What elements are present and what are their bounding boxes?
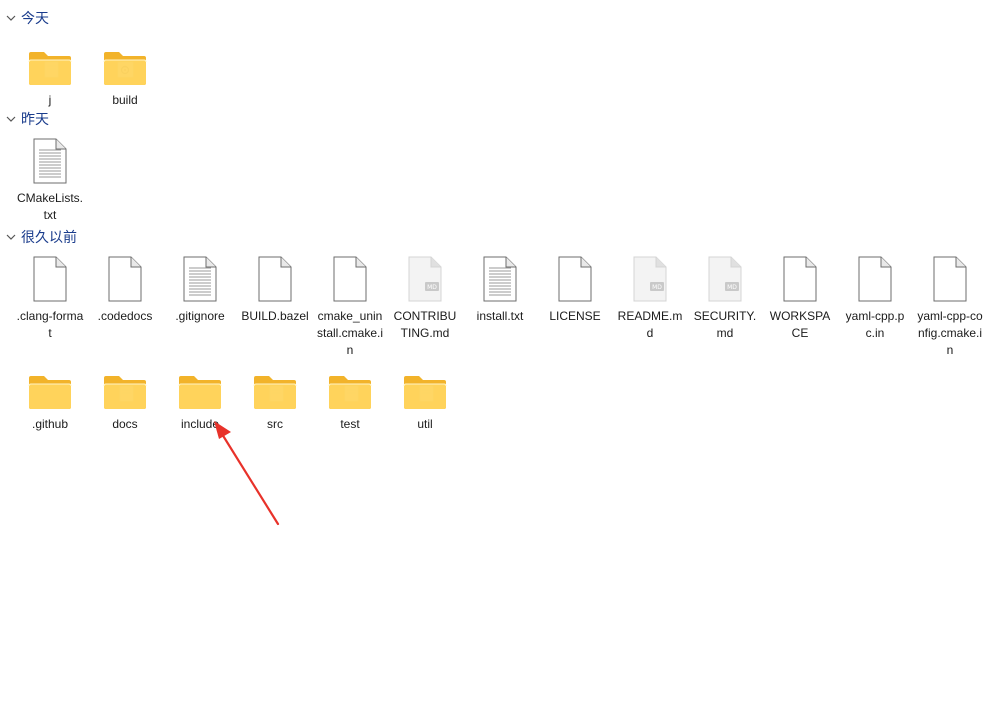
group-label: 很久以前 (21, 229, 77, 245)
blank-file-icon (839, 254, 911, 302)
item-name: .github (31, 417, 69, 431)
folder-icon (164, 362, 236, 410)
group-label: 昨天 (21, 111, 49, 127)
blank-file-icon (14, 254, 86, 302)
item-name: .codedocs (97, 309, 153, 323)
folder-with-documents-icon (239, 362, 311, 410)
svg-text:MD: MD (427, 284, 437, 291)
item-name: .clang-format (16, 309, 84, 340)
item-name: build (112, 93, 138, 107)
item-name: install.txt (476, 309, 524, 323)
folder-icon (14, 362, 86, 410)
folder-item[interactable]: build (89, 38, 161, 109)
folder-item[interactable]: test (314, 362, 386, 433)
blank-file-icon (89, 254, 161, 302)
file-item[interactable]: MD CONTRIBUTING.md (389, 254, 461, 342)
file-item[interactable]: install.txt (464, 254, 536, 325)
file-item[interactable]: MD SECURITY.md (689, 254, 761, 342)
group-header-2[interactable]: 很久以前 (4, 227, 77, 247)
file-item[interactable]: MD README.md (614, 254, 686, 342)
folder-with-settings-icon (89, 38, 161, 86)
item-name: test (340, 417, 360, 431)
chevron-down-icon[interactable] (4, 11, 18, 25)
blank-file-icon (764, 254, 836, 302)
item-name: include (180, 417, 220, 431)
chevron-down-icon[interactable] (4, 112, 18, 126)
folder-item[interactable]: j (14, 38, 86, 109)
item-name: SECURITY.md (693, 309, 757, 340)
item-name: CONTRIBUTING.md (393, 309, 457, 340)
text-file-icon (464, 254, 536, 302)
folder-item[interactable]: .github (14, 362, 86, 433)
group-header-1[interactable]: 昨天 (4, 109, 49, 129)
svg-text:MD: MD (652, 284, 662, 291)
group-label: 今天 (21, 10, 49, 26)
item-name: LICENSE (549, 309, 601, 323)
file-item[interactable]: yaml-cpp-config.cmake.in (914, 254, 986, 359)
blank-file-icon (314, 254, 386, 302)
markdown-file-icon: MD (614, 254, 686, 302)
folder-item[interactable]: include (164, 362, 236, 433)
blank-file-icon (239, 254, 311, 302)
item-name: CMakeLists.txt (16, 191, 84, 222)
blank-file-icon (914, 254, 986, 302)
folder-with-documents-icon (314, 362, 386, 410)
markdown-file-icon: MD (389, 254, 461, 302)
item-name: j (48, 93, 52, 107)
markdown-file-icon: MD (689, 254, 761, 302)
item-name: cmake_uninstall.cmake.in (316, 309, 384, 357)
file-item[interactable]: LICENSE (539, 254, 611, 325)
file-item[interactable]: yaml-cpp.pc.in (839, 254, 911, 342)
svg-text:MD: MD (727, 284, 737, 291)
text-file-icon (14, 136, 86, 184)
file-item[interactable]: .codedocs (89, 254, 161, 325)
chevron-down-icon[interactable] (4, 230, 18, 244)
blank-file-icon (539, 254, 611, 302)
folder-with-documents-icon (389, 362, 461, 410)
item-name: README.md (617, 309, 683, 340)
item-name: src (267, 417, 283, 431)
item-name: yaml-cpp-config.cmake.in (917, 309, 983, 357)
folder-with-documents-icon (14, 38, 86, 86)
item-name: docs (112, 417, 138, 431)
item-name: yaml-cpp.pc.in (845, 309, 905, 340)
text-file-icon (164, 254, 236, 302)
item-name: .gitignore (175, 309, 225, 323)
file-item[interactable]: .gitignore (164, 254, 236, 325)
folder-item[interactable]: util (389, 362, 461, 433)
item-name: util (417, 417, 433, 431)
folder-with-documents-icon (89, 362, 161, 410)
item-name: WORKSPACE (769, 309, 831, 340)
file-item[interactable]: cmake_uninstall.cmake.in (314, 254, 386, 359)
file-item[interactable]: CMakeLists.txt (14, 136, 86, 224)
item-name: BUILD.bazel (241, 309, 309, 323)
group-header-0[interactable]: 今天 (4, 8, 49, 28)
folder-item[interactable]: src (239, 362, 311, 433)
folder-item[interactable]: docs (89, 362, 161, 433)
file-item[interactable]: WORKSPACE (764, 254, 836, 342)
file-item[interactable]: BUILD.bazel (239, 254, 311, 325)
file-item[interactable]: .clang-format (14, 254, 86, 342)
